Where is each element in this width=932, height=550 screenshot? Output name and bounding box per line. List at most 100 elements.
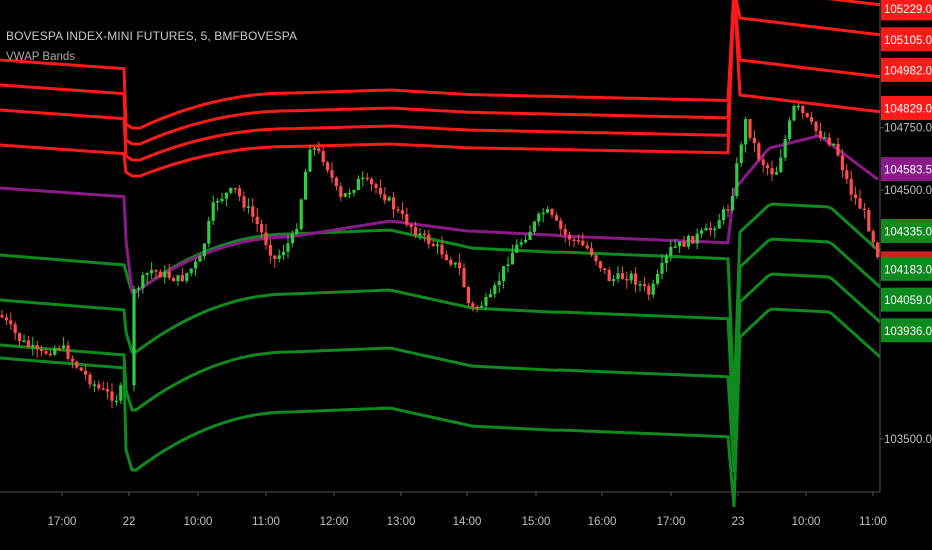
candle-body (141, 274, 145, 289)
candle-body (730, 196, 734, 211)
candle-body (216, 201, 220, 203)
candle-body (717, 220, 721, 229)
candle-body (686, 236, 690, 247)
candle-body (189, 268, 193, 274)
candle-body (352, 190, 356, 193)
upper-band-2 (0, 0, 881, 146)
candle-body (792, 105, 796, 121)
candle-body (158, 271, 162, 278)
candle-body (774, 172, 778, 175)
candle-body (528, 231, 532, 240)
x-tick-label: 13:00 (387, 516, 416, 528)
price-label-text: 104583.5 (884, 165, 932, 177)
candle-body (682, 241, 686, 247)
x-tick-label: 10:00 (792, 516, 821, 528)
candle-body (9, 320, 13, 325)
candle-body (766, 165, 770, 169)
x-tick-label: 12:00 (320, 516, 349, 528)
candle-body (541, 212, 545, 215)
candle-body (471, 303, 475, 307)
candle-body (788, 120, 792, 139)
candle-body (783, 139, 787, 158)
candle-body (145, 273, 149, 275)
candle-body (664, 255, 668, 264)
candle-body (506, 264, 510, 266)
candle-body (590, 248, 594, 256)
candle-body (75, 361, 79, 368)
candle-body (405, 214, 409, 225)
candle-body (361, 177, 365, 180)
candle-body (484, 297, 488, 306)
x-tick-label: 22 (123, 516, 136, 528)
candle-body (26, 340, 30, 347)
candle-body (220, 198, 224, 202)
candle-body (770, 168, 774, 175)
vwap-bands-chart[interactable]: 17:00 22 10:00 11:00 12:00 13:00 14:00 15:00 16:… (0, 0, 932, 550)
x-tick-label: 11:00 (859, 516, 887, 528)
candle-body (634, 273, 638, 285)
candle-body (106, 389, 110, 392)
x-tick-label: 14:00 (453, 516, 482, 528)
candle-body (84, 370, 88, 375)
candle-body (779, 157, 783, 172)
candle-body (458, 262, 462, 268)
candle-body (418, 233, 422, 236)
candle-body (378, 187, 382, 195)
candle-body (18, 333, 22, 342)
candle-body (48, 353, 52, 356)
candle-body (101, 388, 105, 390)
indicator-name[interactable]: VWAP Bands (6, 51, 75, 63)
candle-body (299, 199, 303, 230)
upper-band-4 (0, 0, 881, 178)
candle-body (330, 170, 334, 178)
x-tick-label: 17:00 (657, 516, 686, 528)
candle-body (260, 224, 264, 233)
candle-body (629, 273, 633, 281)
chart-window: 17:00 22 10:00 11:00 12:00 13:00 14:00 15:00 16:… (0, 0, 932, 550)
candle-body (752, 137, 756, 144)
candle-body (242, 196, 246, 208)
candle-body (607, 270, 611, 281)
candle-body (568, 234, 572, 240)
candle-body (620, 273, 624, 279)
candle-body (757, 143, 761, 160)
x-tick-label: 15:00 (522, 516, 551, 528)
candle-body (370, 178, 374, 185)
candle-body (273, 255, 277, 259)
candle-body (726, 209, 730, 211)
symbol-title: BOVESPA INDEX-MINI FUTURES, 5, BMFBOVESP… (6, 29, 298, 43)
candle-body (832, 143, 836, 146)
price-label-text: 104059.0 (884, 295, 932, 307)
candle-body (255, 216, 259, 224)
candle-body (365, 177, 369, 180)
candle-body (695, 233, 699, 244)
candle-body (110, 391, 114, 401)
candle-body (576, 240, 580, 242)
candle-body (132, 289, 136, 386)
candle-body (488, 294, 492, 297)
bands (0, 0, 882, 508)
candle-body (554, 215, 558, 221)
candle-body (295, 229, 299, 234)
candle-body (493, 285, 497, 295)
candle-body (480, 305, 484, 308)
candle-body (202, 243, 206, 257)
x-tick-label: 10:00 (184, 516, 213, 528)
candle-body (264, 232, 268, 245)
candle-body (22, 340, 26, 342)
candle-body (154, 270, 158, 272)
candle-body (400, 210, 404, 214)
candle-body (625, 278, 629, 281)
candle-body (79, 367, 83, 371)
candle-body (836, 143, 840, 156)
price-label-text: 104829.0 (884, 104, 932, 116)
candle-body (559, 220, 563, 229)
candle-body (321, 151, 325, 163)
candle-body (475, 306, 479, 309)
candle-body (572, 239, 576, 241)
candle-body (638, 284, 642, 286)
candle-body (348, 192, 352, 195)
candles (0, 103, 880, 409)
candle-body (524, 240, 528, 243)
candle-body (150, 270, 154, 274)
